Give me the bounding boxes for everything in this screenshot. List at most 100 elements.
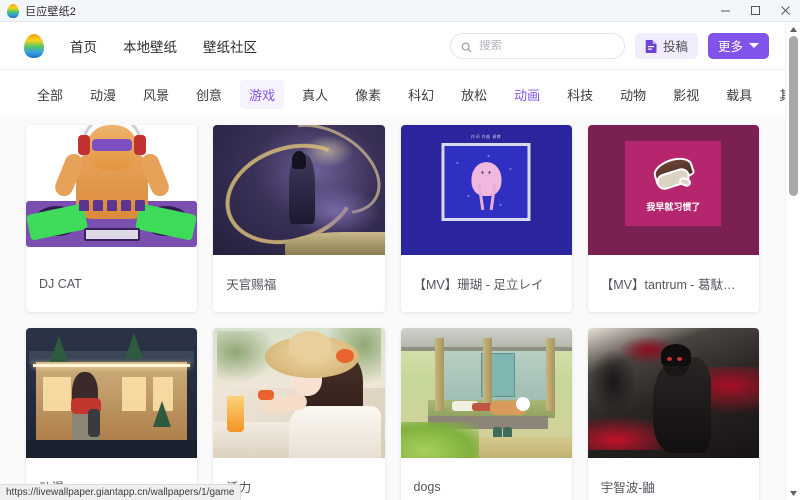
category-tabs: 全部 动漫 风景 创意 游戏 真人 像素 科幻 放松 动画 科技 动物 影视 载… (28, 80, 800, 109)
tab-vehicles[interactable]: 载具 (717, 80, 761, 109)
wallpaper-caption: dogs (401, 458, 572, 500)
mushroom-foot (678, 177, 692, 189)
wallpaper-thumbnail[interactable] (213, 328, 384, 458)
scroll-up-arrow-icon[interactable] (786, 22, 800, 36)
post-button[interactable]: 投稿 (635, 33, 698, 59)
search-box[interactable]: ✕ (450, 33, 625, 59)
white-dress (289, 406, 381, 458)
nav-item-home[interactable]: 首页 (70, 36, 97, 56)
deck-knobs (79, 200, 145, 211)
tab-real-person[interactable]: 真人 (293, 80, 337, 109)
tab-scenery[interactable]: 风景 (134, 80, 178, 109)
wallpaper-card[interactable]: 我早就习惯了 【MV】tantrum - 葛駄夜音 (588, 125, 759, 312)
tab-games[interactable]: 游戏 (240, 80, 284, 109)
more-button-label: 更多 (718, 36, 743, 55)
neon-light-strip (33, 364, 191, 367)
search-input[interactable] (479, 40, 633, 52)
scroll-down-arrow-icon[interactable] (786, 486, 800, 500)
red-eye (677, 357, 682, 361)
brand-logo-icon (24, 34, 44, 58)
search-icon (461, 40, 472, 51)
nav-item-wallpaper-community[interactable]: 壁纸社区 (203, 36, 257, 56)
nav-item-local-wallpaper[interactable]: 本地壁纸 (123, 36, 177, 56)
vertical-scrollbar[interactable] (785, 22, 800, 500)
thumbnail-inner-caption: 作词 作曲 调教 (401, 134, 572, 140)
tab-technology[interactable]: 科技 (558, 80, 602, 109)
headphone-right-icon (134, 135, 146, 155)
foreground-ground (26, 440, 197, 458)
title-bar-left: 巨应壁纸2 (0, 3, 76, 19)
jellyfish-figure (471, 162, 501, 196)
wallpaper-title: 【MV】珊瑚 - 足立レイ (414, 274, 544, 293)
main-nav: 首页 本地壁纸 壁纸社区 (70, 36, 257, 56)
sunglasses-icon (92, 139, 132, 151)
wallpaper-title: dogs (414, 480, 441, 494)
wallpaper-card[interactable]: 活力 (213, 328, 384, 500)
wallpaper-thumbnail[interactable] (26, 328, 197, 458)
wallpaper-title: 天官赐福 (226, 274, 276, 293)
wallpaper-thumbnail[interactable] (401, 328, 572, 458)
minimize-button[interactable] (710, 0, 740, 22)
wallpaper-grid-container: DJ CAT 天官赐福 (0, 117, 785, 500)
header-actions: ✕ 投稿 更多 (450, 33, 785, 59)
app-icon (7, 4, 19, 18)
window-controls (710, 0, 800, 22)
document-upload-icon (645, 39, 658, 53)
wallpaper-thumbnail[interactable]: 我早就习惯了 (588, 125, 759, 255)
headphone-left-icon (78, 135, 90, 155)
wallpaper-card[interactable]: DJ CAT (26, 125, 197, 312)
app-header: 首页 本地壁纸 壁纸社区 ✕ (0, 22, 785, 70)
tab-movies[interactable]: 影视 (664, 80, 708, 109)
wallpaper-caption: DJ CAT (26, 255, 197, 312)
maximize-button[interactable] (740, 0, 770, 22)
tab-creative[interactable]: 创意 (187, 80, 231, 109)
deck-slider (84, 228, 140, 241)
wallpaper-title: 【MV】tantrum - 葛駄夜音 (601, 274, 746, 293)
wooden-post (483, 338, 492, 411)
scrollbar-thumb[interactable] (789, 36, 798, 196)
status-bar: https://livewallpaper.giantapp.cn/wallpa… (0, 484, 241, 500)
character-hair (661, 344, 691, 366)
wallpaper-title: 宇智波-鼬 (601, 477, 655, 496)
wallpaper-thumbnail[interactable] (588, 328, 759, 458)
tab-animation[interactable]: 动画 (505, 80, 549, 109)
wallpaper-thumbnail[interactable] (26, 125, 197, 255)
tab-anime[interactable]: 动漫 (81, 80, 125, 109)
dog (490, 401, 526, 415)
tab-pixel[interactable]: 像素 (346, 80, 390, 109)
post-button-label: 投稿 (663, 36, 688, 55)
wallpaper-card[interactable]: 宇智波-鼬 (588, 328, 759, 500)
tab-scifi[interactable]: 科幻 (399, 80, 443, 109)
wallpaper-card[interactable]: dogs (401, 328, 572, 500)
tab-animals[interactable]: 动物 (611, 80, 655, 109)
straw-hat-crown (289, 331, 331, 357)
wallpaper-grid: DJ CAT 天官赐福 (0, 117, 785, 500)
inner-frame (442, 143, 531, 221)
window-title: 巨应壁纸2 (25, 3, 76, 19)
wallpaper-thumbnail[interactable]: 作词 作曲 调教 (401, 125, 572, 255)
orange-juice-glass (227, 396, 244, 432)
wrist-band (258, 390, 274, 400)
wallpaper-thumbnail[interactable] (213, 125, 384, 255)
inner-frame: 我早就习惯了 (625, 141, 721, 227)
wallpaper-card[interactable]: 动漫 (26, 328, 197, 500)
category-tabbar: 全部 动漫 风景 创意 游戏 真人 像素 科幻 放松 动画 科技 动物 影视 载… (0, 71, 785, 117)
tab-all[interactable]: 全部 (28, 80, 72, 109)
backpack (88, 409, 100, 437)
wallpaper-caption: 【MV】珊瑚 - 足立レイ (401, 255, 572, 312)
hat-flower (336, 349, 354, 363)
character-hair (292, 151, 306, 169)
chevron-down-icon (749, 43, 759, 48)
wallpaper-caption: 【MV】tantrum - 葛駄夜音 (588, 255, 759, 312)
red-eye (667, 357, 672, 361)
close-button[interactable] (770, 0, 800, 22)
tab-relax[interactable]: 放松 (452, 80, 496, 109)
grass-foliage (401, 422, 480, 458)
wallpaper-card[interactable]: 天官赐福 (213, 125, 384, 312)
wallpaper-title: DJ CAT (39, 277, 82, 291)
thumbnail-inner-caption: 我早就习惯了 (625, 200, 721, 213)
wooden-post (435, 338, 444, 411)
more-button[interactable]: 更多 (708, 33, 769, 59)
wallpaper-card[interactable]: 作词 作曲 调教 【MV】珊瑚 - 足立 (401, 125, 572, 312)
wallpaper-caption: 宇智波-鼬 (588, 458, 759, 500)
